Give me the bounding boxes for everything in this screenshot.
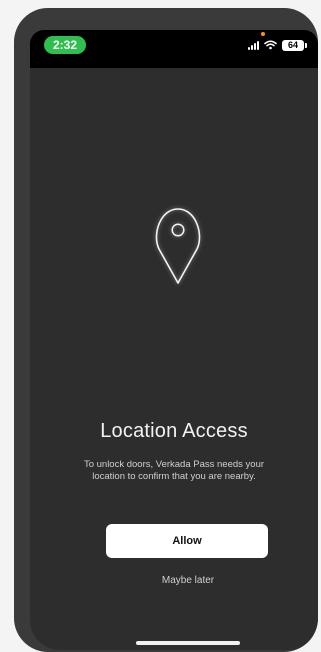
maybe-later-link[interactable]: Maybe later	[30, 575, 318, 586]
allow-button[interactable]: Allow	[106, 524, 268, 558]
description-text: To unlock doors, Verkada Pass needs your…	[83, 459, 265, 482]
cellular-signal-icon	[248, 40, 259, 50]
page-title: Location Access	[100, 420, 248, 442]
location-pin-icon	[155, 208, 201, 284]
wifi-icon	[264, 40, 277, 50]
battery-icon: 64	[282, 39, 307, 51]
status-bar: 2:32 64	[30, 30, 318, 68]
phone-frame: 2:32 64 Location Access To unlock doors,…	[14, 8, 318, 652]
home-indicator[interactable]	[136, 641, 240, 645]
app-screen: 2:32 64 Location Access To unlock doors,…	[30, 30, 318, 650]
status-icons: 64	[248, 36, 307, 54]
status-time: 2:32	[44, 36, 86, 54]
